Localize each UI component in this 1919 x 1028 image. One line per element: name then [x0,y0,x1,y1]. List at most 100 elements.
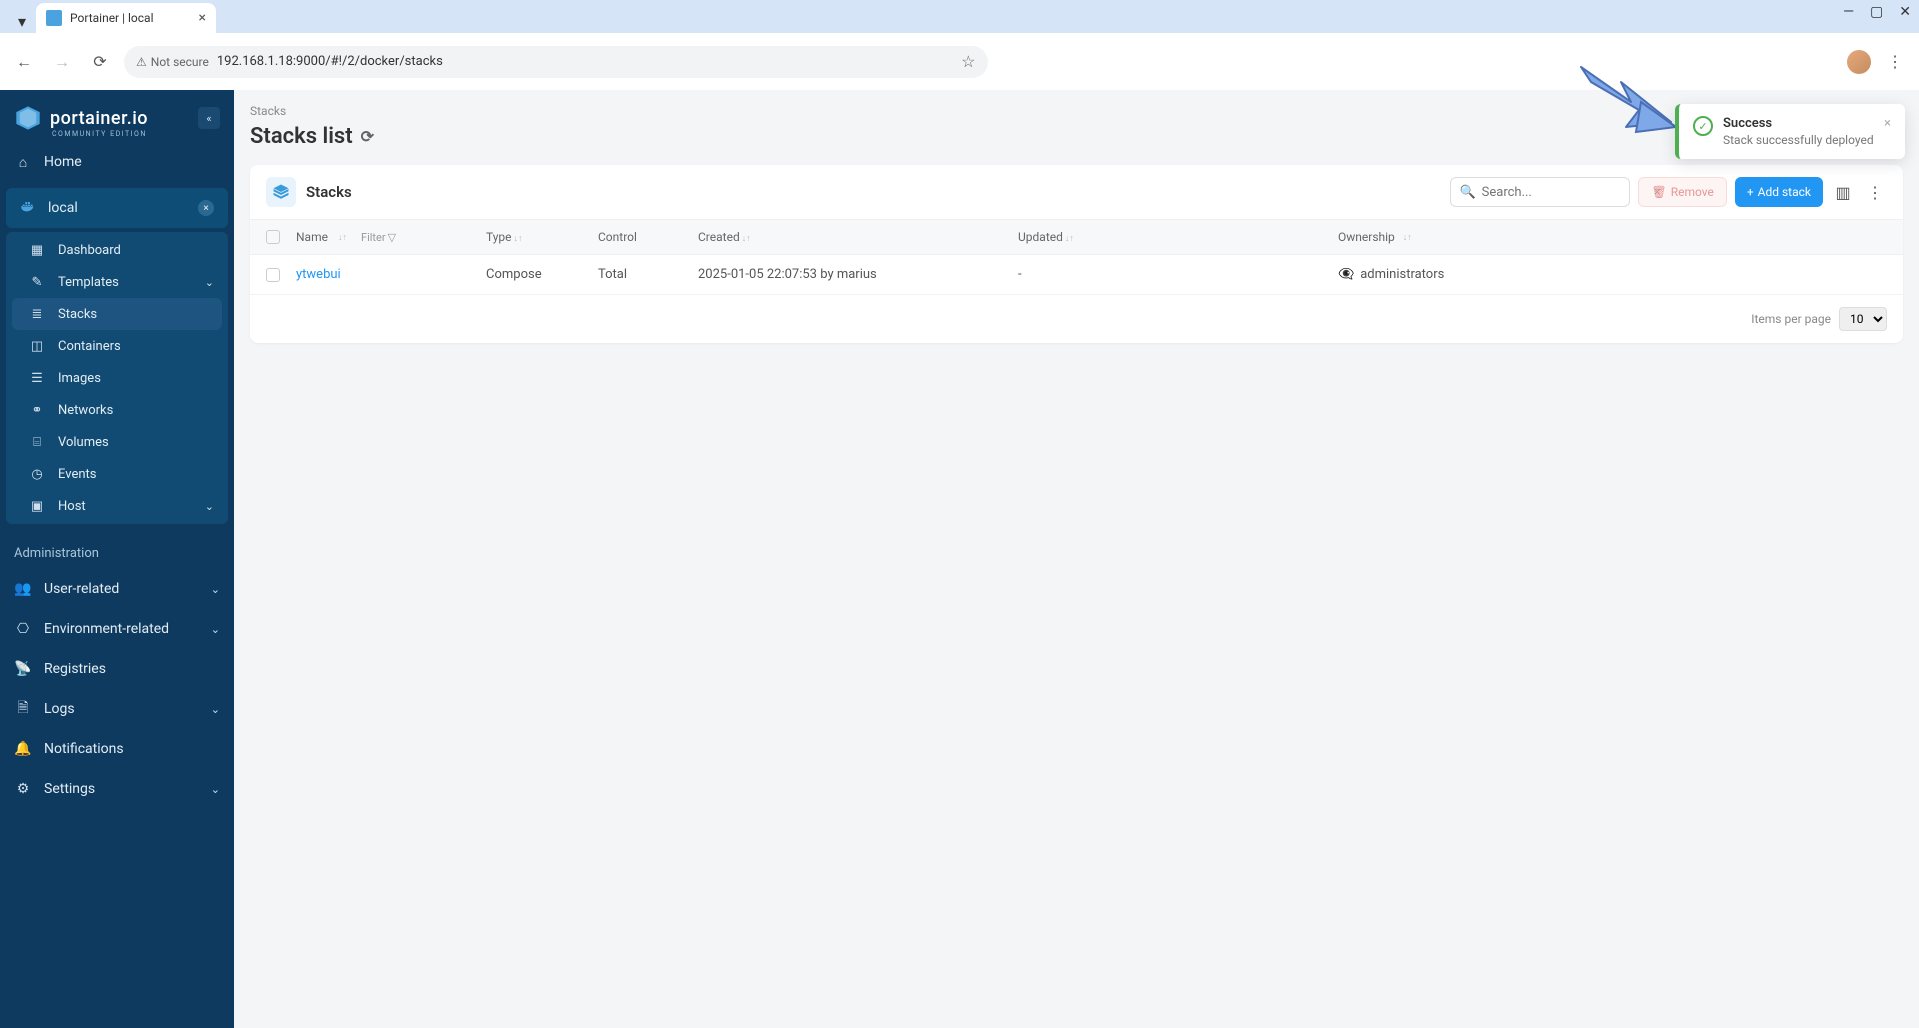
window-minimize-icon[interactable]: ― [1843,4,1854,20]
nav-label: Templates [58,275,119,290]
sort-icon: ↓↑ [742,234,751,244]
env-icon: ⎔ [14,621,32,637]
nav-label: Networks [58,403,113,418]
env-close-icon[interactable]: × [198,200,214,216]
nav-templates[interactable]: ✎ Templates ⌄ [6,266,228,298]
col-control: Control [598,230,698,244]
bell-icon: 🔔 [14,741,32,757]
bookmark-star-icon[interactable]: ☆ [961,52,975,71]
nav-env-related[interactable]: ⎔Environment-related⌄ [0,609,234,649]
nav-logs[interactable]: 🗎Logs⌄ [0,689,234,729]
nav-forward-icon[interactable]: → [48,48,76,76]
chevron-down-icon: ⌄ [211,783,220,796]
table-header: Name ↓↑ Filter ▽ Type↓↑ Control Created↓… [250,219,1903,255]
nav-reload-icon[interactable]: ⟳ [86,48,114,76]
window-maximize-icon[interactable]: ▢ [1870,4,1883,20]
nav-label: Volumes [58,435,109,450]
nav-settings[interactable]: ⚙Settings⌄ [0,769,234,809]
header-name: Name [296,230,328,244]
stack-link[interactable]: ytwebui [296,267,341,282]
env-selector[interactable]: local × [6,188,228,228]
nav-label: Host [58,499,86,514]
row-checkbox[interactable] [266,268,280,282]
nav-volumes[interactable]: ⌸ Volumes [6,426,228,458]
nav-networks[interactable]: ⚭Networks [6,394,228,426]
nav-notifications[interactable]: 🔔Notifications [0,729,234,769]
nav-images[interactable]: ☰Images [6,362,228,394]
refresh-icon[interactable]: ⟳ [361,127,374,146]
filter-button[interactable]: Filter ▽ [361,231,396,244]
nav-home-label: Home [44,154,82,170]
layers-icon [266,177,296,207]
main-content: Stacks Stacks list ⟳ Stacks 🔍 × 🗑 [234,90,1919,1028]
nav-user-related[interactable]: 👥User-related⌄ [0,569,234,609]
browser-menu-icon[interactable]: ⋮ [1881,48,1909,76]
host-icon: ▣ [28,499,46,514]
logs-icon: 🗎 [14,697,32,721]
breadcrumb[interactable]: Stacks [250,104,1903,118]
select-all-checkbox[interactable] [266,230,280,244]
cell-created: 2025-01-05 22:07:53 by marius [698,267,1018,282]
sort-icon: ↓↑ [1403,232,1412,243]
logo-icon [14,104,42,132]
add-label: Add stack [1758,185,1811,199]
brand-edition: COMMUNITY EDITION [52,130,147,138]
sidebar-collapse-button[interactable]: « [198,107,220,129]
header-updated: Updated [1018,230,1063,244]
search-icon: 🔍 [1459,185,1475,200]
panel-title: Stacks [306,183,352,201]
nav-events[interactable]: ◷Events [6,458,228,490]
chevron-down-icon: ⌄ [205,276,214,289]
ownership-text: administrators [1360,267,1444,282]
nav-stacks[interactable]: ≣Stacks [12,298,222,330]
plus-icon: + [1747,185,1754,199]
images-icon: ☰ [28,371,46,386]
nav-registries[interactable]: 📡Registries [0,649,234,689]
window-close-icon[interactable]: ✕ [1899,4,1911,20]
logo[interactable]: portainer.io COMMUNITY EDITION « [0,104,234,142]
header-control: Control [598,230,637,244]
col-name[interactable]: Name ↓↑ Filter ▽ [296,230,486,244]
columns-icon[interactable]: ▥ [1831,180,1855,204]
nav-host[interactable]: ▣Host⌄ [6,490,228,522]
admin-header: Administration [0,528,234,569]
col-type[interactable]: Type↓↑ [486,230,598,244]
security-badge[interactable]: ⚠ Not secure [136,55,209,69]
search-field[interactable] [1482,185,1648,200]
nav-home[interactable]: ⌂ Home [0,142,234,182]
tab-title: Portainer | local [70,11,191,25]
more-menu-icon[interactable]: ⋮ [1863,180,1887,204]
url-text: 192.168.1.18:9000/#!/2/docker/stacks [217,54,443,69]
nav-containers[interactable]: ◫Containers [6,330,228,362]
col-ownership[interactable]: Ownership↓↑ [1338,230,1887,244]
nav-back-icon[interactable]: ← [10,48,38,76]
address-bar[interactable]: ⚠ Not secure 192.168.1.18:9000/#!/2/dock… [124,46,988,78]
panel-actions: 🔍 × 🗑 Remove + Add stack ▥ ⋮ [1450,177,1887,207]
tab-close-icon[interactable]: × [199,10,206,26]
profile-avatar[interactable] [1847,50,1871,74]
browser-chrome: ▾ Portainer | local × ― ▢ ✕ ← → ⟳ ⚠ Not … [0,0,1919,90]
toast-close-icon[interactable]: × [1884,116,1891,147]
per-page-select[interactable]: 10 [1839,307,1887,331]
env-nav-group: ▦Dashboard ✎ Templates ⌄ ≣Stacks ◫Containe… [6,232,228,524]
add-stack-button[interactable]: + Add stack [1735,177,1823,207]
nav-label: Stacks [58,307,97,322]
search-input[interactable]: 🔍 × [1450,177,1630,207]
cell-ownership: 👁‍🗨 administrators [1338,267,1887,282]
per-page-label: Items per page [1751,312,1831,326]
docker-icon [20,198,36,218]
nav-label: Settings [44,781,95,797]
tab-bar: ▾ Portainer | local × ― ▢ ✕ [0,0,1919,33]
browser-tab[interactable]: Portainer | local × [36,3,216,33]
tab-search-dropdown[interactable]: ▾ [10,9,34,33]
nav-label: Containers [58,339,121,354]
volumes-icon: ⌸ [28,435,46,450]
sort-icon: ↓↑ [338,232,347,243]
remove-button[interactable]: 🗑 Remove [1638,177,1726,207]
col-created[interactable]: Created↓↑ [698,230,1018,244]
toast-message: Stack successfully deployed [1723,133,1874,147]
dashboard-icon: ▦ [28,243,46,258]
nav-dashboard[interactable]: ▦Dashboard [6,234,228,266]
templates-icon: ✎ [28,275,46,290]
col-updated[interactable]: Updated↓↑ [1018,230,1338,244]
